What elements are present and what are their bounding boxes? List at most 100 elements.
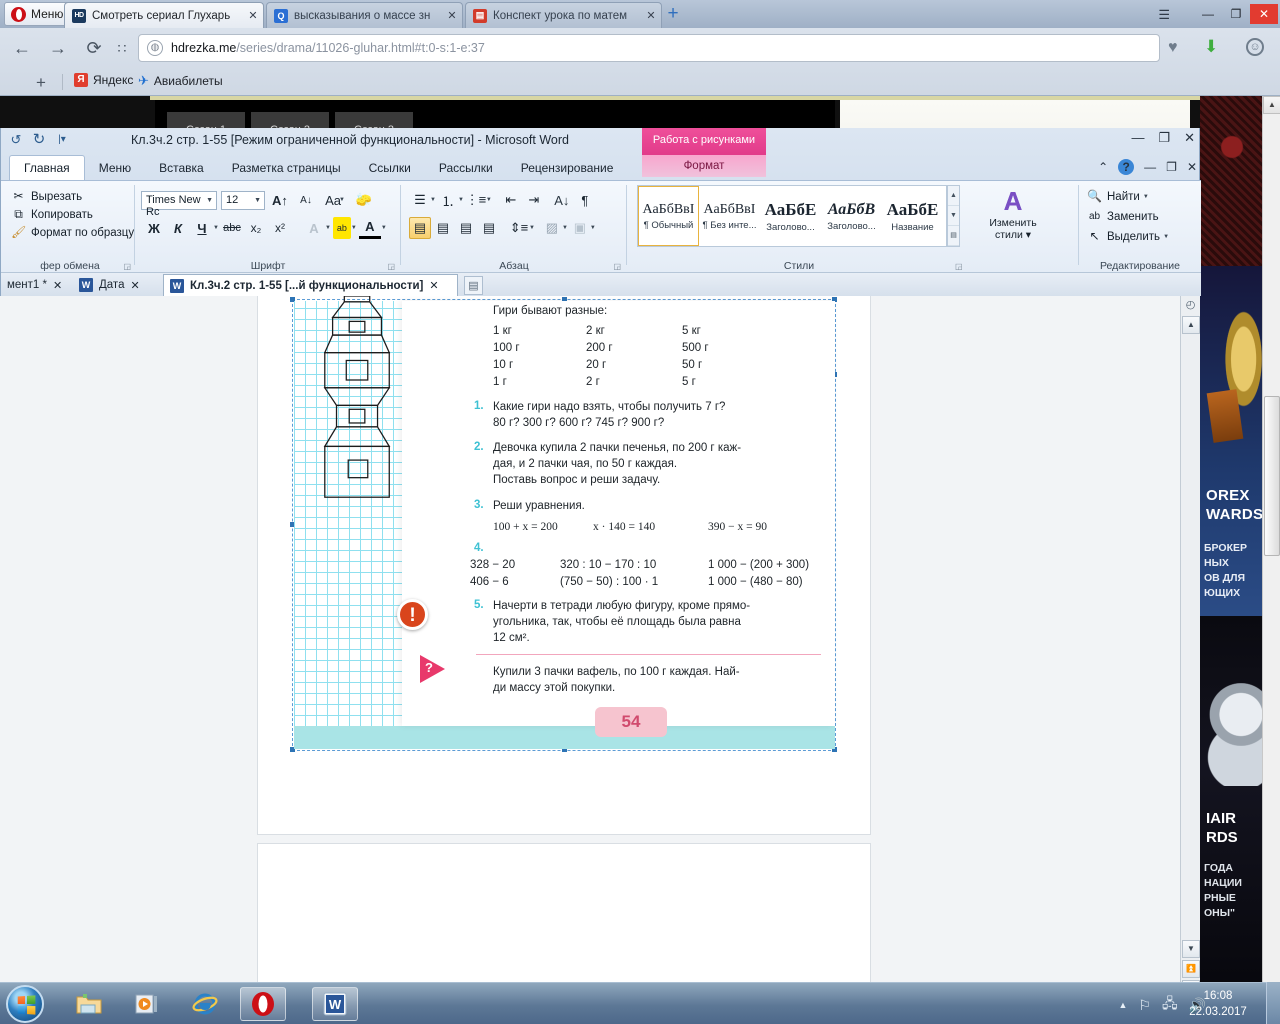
font-size-input[interactable]: 12 ▼ — [221, 190, 265, 210]
font-color-chevron-icon[interactable]: ▼ — [381, 225, 387, 231]
clear-formatting-icon[interactable]: 🧽 — [353, 189, 375, 211]
numbering-chevron-icon[interactable]: ▼ — [458, 197, 464, 203]
close-tab-1-icon[interactable]: ✕ — [247, 9, 259, 22]
select-browse-object-icon[interactable]: ◴ — [1182, 298, 1199, 315]
highlight-button[interactable]: ab — [332, 217, 351, 239]
download-arrow-icon[interactable]: ⬇ — [1204, 37, 1218, 57]
bookmark-flights[interactable]: ✈ Авиабилеты — [138, 73, 223, 89]
bold-button[interactable]: Ж — [143, 217, 165, 239]
add-bookmark-icon[interactable]: + — [36, 73, 46, 93]
font-dialog-launcher[interactable]: ◲ — [387, 262, 395, 271]
align-left-icon[interactable]: ▤ — [409, 217, 431, 239]
tab-home[interactable]: Главная — [9, 155, 85, 180]
find-chevron-icon[interactable]: ▼ — [1143, 194, 1149, 200]
chevron-down-icon[interactable]: ▼ — [254, 197, 261, 204]
taskbar-clock[interactable]: 16:08 22.03.2017 — [1178, 988, 1258, 1020]
tab-insert[interactable]: Вставка — [145, 156, 218, 180]
show-desktop-button[interactable] — [1266, 982, 1280, 1024]
borders-icon[interactable]: ▣ — [569, 217, 591, 239]
word-minimize-button[interactable]: — — [1131, 130, 1144, 146]
align-center-icon[interactable]: ▤ — [432, 217, 454, 239]
close-doc-tab-2-icon[interactable]: ✕ — [130, 279, 139, 292]
doc-tab-3[interactable]: W Кл.3ч.2 стр. 1-55 [...й функциональнос… — [163, 274, 458, 296]
strikethrough-button[interactable]: abc — [221, 217, 243, 239]
chevron-down-icon[interactable]: ▼ — [206, 197, 213, 204]
line-spacing-icon[interactable]: ⇕≡ — [508, 217, 530, 239]
styles-scroll-up-icon[interactable]: ▲ — [948, 186, 959, 206]
styles-gallery-scrollbar[interactable]: ▲ ▼ ▤ — [947, 185, 960, 247]
underline-chevron-icon[interactable]: ▼ — [213, 225, 219, 231]
sort-icon[interactable]: A↓ — [551, 189, 573, 211]
tab-page-layout[interactable]: Разметка страницы — [218, 156, 355, 180]
document-scrollbar[interactable]: ▲ ▼ ⏫ ⏬ — [1180, 296, 1200, 1000]
customize-qat-icon[interactable]: |▾ — [53, 131, 71, 149]
style-heading-2[interactable]: АаБбВ Заголово... — [821, 186, 882, 246]
forward-icon[interactable]: → — [46, 36, 70, 60]
show-formatting-marks-icon[interactable]: ¶ — [574, 189, 596, 211]
heart-icon[interactable]: ♥ — [1168, 39, 1178, 57]
previous-page-icon[interactable]: ⏫ — [1182, 960, 1200, 978]
taskbar-opera[interactable] — [240, 987, 286, 1021]
word-close-button[interactable]: ✕ — [1184, 130, 1195, 146]
user-shield-icon[interactable]: ☺ — [1246, 38, 1264, 56]
format-painter-button[interactable]: 🖌 Формат по образцу — [11, 225, 134, 240]
back-icon[interactable]: ← — [10, 36, 34, 60]
style-heading-1[interactable]: АаБбЕ Заголово... — [760, 186, 821, 246]
shading-icon[interactable]: ▨ — [541, 217, 563, 239]
styles-gallery[interactable]: АаБбВвI ¶ Обычный АаБбВвI ¶ Без инте... … — [637, 185, 947, 247]
text-effects-button[interactable]: A — [303, 217, 325, 239]
doc-scroll-down-icon[interactable]: ▼ — [1182, 940, 1200, 958]
close-tab-3-icon[interactable]: ✕ — [645, 9, 657, 22]
browser-tab-3[interactable]: ▤ Конспект урока по матем ✕ — [465, 2, 662, 28]
numbering-icon[interactable]: ⒈ — [437, 189, 459, 211]
doc-tab-2[interactable]: W Дата ✕ — [73, 274, 161, 296]
styles-more-icon[interactable]: ▤ — [948, 226, 959, 246]
format-contextual-tab[interactable]: Формат — [642, 155, 766, 177]
grow-font-button[interactable]: A↑ — [269, 189, 291, 211]
doc-tab-1[interactable]: мент1 * ✕ — [1, 274, 71, 296]
start-button[interactable] — [6, 985, 44, 1023]
font-name-input[interactable]: Times New Rc ▼ — [141, 190, 217, 218]
close-tab-2-icon[interactable]: ✕ — [446, 9, 458, 22]
browser-maximize-button[interactable]: ❐ — [1222, 4, 1250, 24]
taskbar-explorer[interactable] — [66, 987, 112, 1021]
text-effects-chevron-icon[interactable]: ▼ — [325, 225, 331, 231]
taskbar-internet-explorer[interactable] — [182, 987, 228, 1021]
highlight-chevron-icon[interactable]: ▼ — [351, 225, 357, 231]
change-case-button[interactable]: Aa ▼ — [321, 189, 349, 211]
page-scrollbar[interactable]: ▲ ▼ — [1262, 96, 1280, 1000]
tab-review[interactable]: Рецензирование — [507, 156, 628, 180]
shrink-font-button[interactable]: A↓ — [295, 189, 317, 211]
close-doc-tab-3-icon[interactable]: ✕ — [429, 279, 438, 292]
bookmark-yandex[interactable]: Я Яндекс — [74, 73, 133, 87]
borders-chevron-icon[interactable]: ▼ — [590, 225, 596, 231]
underline-button[interactable]: Ч — [191, 217, 213, 239]
bullets-icon[interactable]: ☰ — [409, 189, 431, 211]
subscript-button[interactable]: x₂ — [245, 217, 267, 239]
word-restore-button[interactable]: ❐ — [1158, 130, 1170, 146]
styles-dialog-launcher[interactable]: ◲ — [955, 262, 963, 271]
taskbar-word[interactable]: W — [312, 987, 358, 1021]
styles-scroll-down-icon[interactable]: ▼ — [948, 206, 959, 226]
flag-icon[interactable]: ⚐ — [1138, 997, 1151, 1014]
close-doc-tab-1-icon[interactable]: ✕ — [53, 279, 62, 292]
select-button[interactable]: ↖ Выделить ▼ — [1087, 229, 1169, 244]
paragraph-dialog-launcher[interactable]: ◲ — [613, 262, 621, 271]
replace-button[interactable]: ab Заменить — [1087, 209, 1169, 224]
show-hidden-icons-icon[interactable]: ▲ — [1118, 1000, 1127, 1010]
style-title[interactable]: АаБбЕ Название — [882, 186, 943, 246]
tab-menu[interactable]: Меню — [85, 156, 145, 180]
address-bar[interactable]: ◍ hdrezka.me/series/drama/11026-gluhar.h… — [138, 34, 1160, 62]
decrease-indent-icon[interactable]: ⇤ — [500, 189, 522, 211]
align-right-icon[interactable]: ▤ — [455, 217, 477, 239]
copy-button[interactable]: ⧉ Копировать — [11, 207, 134, 222]
change-styles-button[interactable]: A Изменить стили ▾ — [981, 187, 1045, 241]
browser-close-button[interactable]: ✕ — [1250, 4, 1278, 24]
browser-tab-2[interactable]: Q высказывания о массе зн ✕ — [266, 2, 463, 28]
network-icon[interactable]: 🖧 — [1162, 993, 1178, 1017]
browser-tab-1[interactable]: HD Смотреть сериал Глухарь ✕ — [64, 2, 264, 28]
multilevel-chevron-icon[interactable]: ▼ — [486, 197, 492, 203]
scrollbar-thumb[interactable] — [1264, 396, 1280, 556]
taskbar-media-player[interactable] — [124, 987, 170, 1021]
cut-button[interactable]: ✂ Вырезать — [11, 189, 134, 204]
